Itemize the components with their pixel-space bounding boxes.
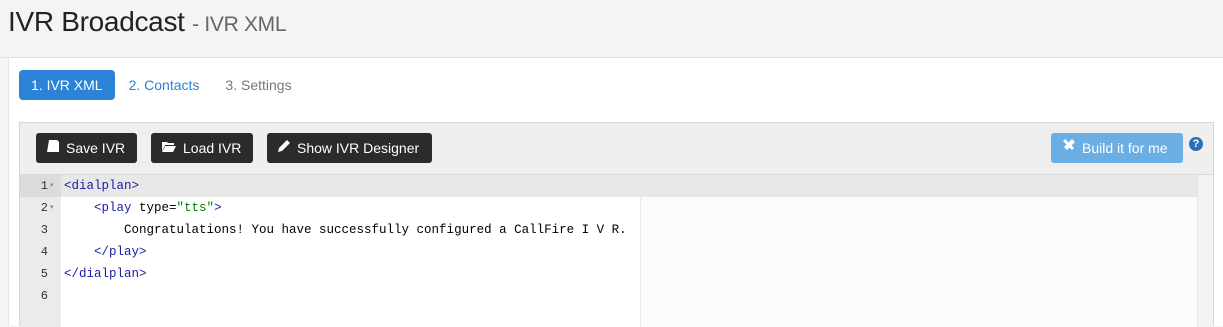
editor-toolbar: Save IVR Load IVR Show IVR Designer Buil… [20, 123, 1213, 175]
code-line[interactable]: 1 ▾ <dialplan> [20, 175, 1213, 197]
load-ivr-button[interactable]: Load IVR [151, 133, 253, 163]
code-line[interactable]: 3 Congratulations! You have successfully… [20, 219, 1213, 241]
code-text: </dialplan> [64, 267, 147, 281]
show-ivr-designer-label: Show IVR Designer [297, 140, 420, 156]
page-title-subtitle: - IVR XML [192, 13, 287, 36]
save-ivr-button[interactable]: Save IVR [36, 133, 137, 163]
line-number: 4 [40, 245, 48, 259]
fold-toggle-icon[interactable]: ▾ [50, 175, 54, 197]
page-title: IVR Broadcast - IVR XML [8, 6, 287, 38]
show-ivr-designer-button[interactable]: Show IVR Designer [267, 133, 432, 163]
save-icon [46, 133, 60, 163]
code-line[interactable]: 6 [20, 285, 1213, 307]
load-ivr-label: Load IVR [183, 140, 242, 156]
wizard-tabs: 1. IVR XML 2. Contacts 3. Settings [19, 70, 306, 100]
code-line[interactable]: 5 </dialplan> [20, 263, 1213, 285]
build-it-for-me-label: Build it for me [1082, 140, 1168, 156]
code-text: Congratulations! You have successfully c… [64, 223, 627, 237]
save-ivr-label: Save IVR [66, 140, 126, 156]
wrench-icon [1061, 133, 1076, 163]
code-text: <play type="tts"> [94, 201, 222, 215]
line-number: 6 [40, 289, 48, 303]
line-number: 2 [40, 201, 48, 215]
fold-toggle-icon[interactable]: ▾ [50, 197, 54, 219]
line-number: 5 [40, 267, 48, 281]
question-circle-icon[interactable]: ? [1189, 137, 1203, 151]
tab-settings[interactable]: 3. Settings [213, 70, 303, 100]
pencil-icon [277, 133, 291, 163]
page-header: IVR Broadcast - IVR XML [0, 0, 1223, 58]
wizard-panel: 1. IVR XML 2. Contacts 3. Settings Save … [8, 58, 1223, 327]
tab-ivr-xml[interactable]: 1. IVR XML [19, 70, 115, 100]
folder-open-icon [161, 133, 177, 163]
page-title-main: IVR Broadcast [8, 6, 185, 37]
line-number: 1 [20, 175, 61, 197]
code-editor[interactable]: 1 ▾ <dialplan> 2 ▾ <play type="tts"> 3 Congra… [20, 175, 1213, 327]
editor-scrollbar[interactable] [1197, 175, 1213, 327]
code-text: </play> [94, 245, 147, 259]
code-text: <dialplan> [64, 179, 140, 193]
code-line[interactable]: 4 </play> [20, 241, 1213, 263]
code-line[interactable]: 2 ▾ <play type="tts"> [20, 197, 1213, 219]
line-number: 3 [40, 223, 48, 237]
ivr-editor: Save IVR Load IVR Show IVR Designer Buil… [19, 122, 1214, 327]
tab-contacts[interactable]: 2. Contacts [117, 70, 212, 100]
build-it-for-me-button[interactable]: Build it for me [1051, 133, 1183, 163]
